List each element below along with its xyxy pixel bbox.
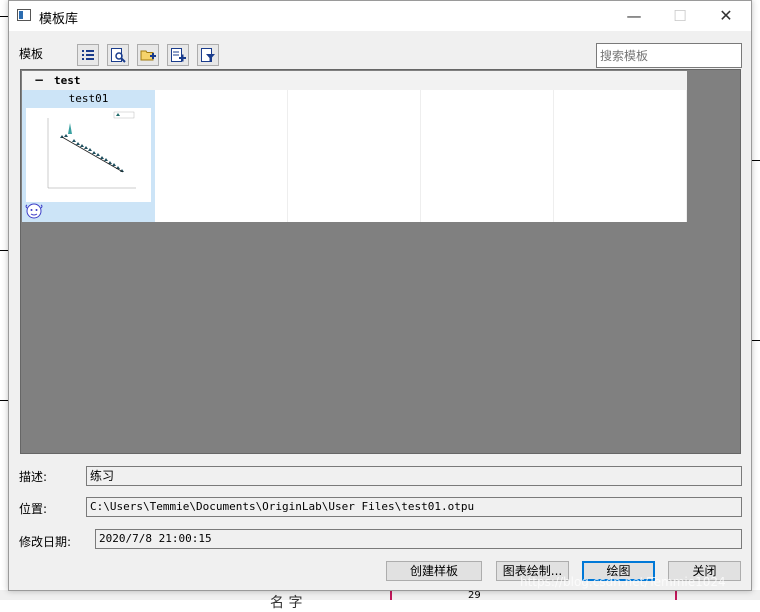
watermark: https://blog.csdn.net/Temmie1024 [520,575,726,589]
minimize-icon: — [626,7,642,25]
template-tile[interactable] [155,90,288,222]
background-line [0,16,8,17]
template-label: 模板 [19,47,44,61]
modified-date-label: 修改日期: [19,535,72,549]
user-template-badge [24,201,44,221]
new-folder-icon [140,50,156,61]
background-marker [675,590,677,600]
template-group-header[interactable]: − test [22,71,687,90]
background-number: 29 [468,590,481,601]
app-icon [17,9,31,21]
add-template-icon [171,48,186,62]
group-name: test [54,74,81,87]
location-label: 位置: [19,502,48,516]
template-library-dialog: 模板库 — ☐ ✕ 模板 搜索模板 − test test01 描述: 练习 位… [8,0,752,591]
template-tile[interactable] [554,90,687,222]
template-gallery[interactable]: − test test01 [20,69,741,454]
template-tiles-row: test01 [22,90,687,222]
description-label: 描述: [19,470,48,484]
add-template-button[interactable] [167,44,189,66]
close-icon: ✕ [719,6,733,25]
filter-button[interactable] [197,44,219,66]
list-view-button[interactable] [77,44,99,66]
filter-icon [201,48,215,62]
window-title: 模板库 [39,12,79,27]
template-name: test01 [68,92,109,105]
chart-thumbnail-icon [47,111,136,189]
title-bar[interactable]: 模板库 — ☐ ✕ [9,1,751,31]
background-marker [390,590,392,600]
template-thumbnail [26,108,151,202]
background-app-strip [0,590,760,600]
minimize-button[interactable]: — [611,1,657,31]
preview-icon [111,48,126,63]
modified-date-field: 2020/7/8 21:00:15 [95,529,742,549]
new-folder-button[interactable] [137,44,159,66]
description-field: 练习 [86,466,742,486]
list-view-icon [82,50,94,60]
template-tile[interactable]: test01 [22,90,155,222]
background-line [0,250,8,251]
background-line [752,160,760,161]
background-text: 名 字 [270,595,303,611]
create-template-button[interactable]: 创建样板 [386,561,482,581]
maximize-icon: ☐ [673,7,687,25]
close-window-button[interactable]: ✕ [703,1,749,31]
maximize-button: ☐ [657,1,703,31]
collapse-icon[interactable]: − [34,73,44,87]
preview-button[interactable] [107,44,129,66]
sheep-icon [25,203,43,219]
search-input[interactable] [596,43,742,68]
location-field: C:\Users\Temmie\Documents\OriginLab\User… [86,497,742,517]
background-line [0,400,8,401]
background-line [752,340,760,341]
template-tile[interactable] [288,90,421,222]
template-tile[interactable] [421,90,554,222]
